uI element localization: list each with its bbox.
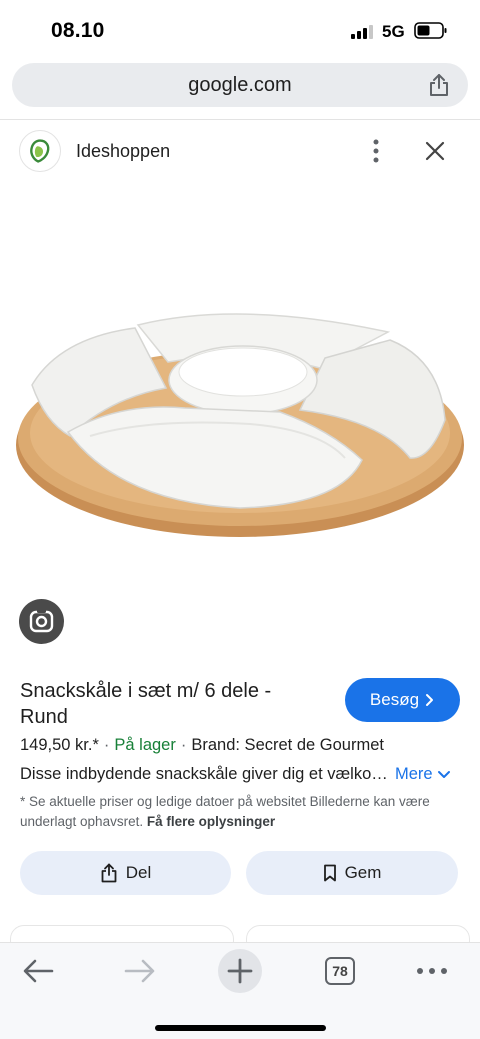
disclaimer: * Se aktuelle priser og ledige datoer på… bbox=[20, 792, 450, 832]
back-arrow-icon[interactable] bbox=[18, 957, 58, 985]
close-icon[interactable] bbox=[424, 140, 446, 162]
plus-icon bbox=[227, 958, 253, 984]
url-text: google.com bbox=[188, 74, 292, 96]
home-indicator bbox=[155, 1025, 326, 1031]
chevron-right-icon bbox=[426, 694, 434, 706]
product-title: Snackskåle i sæt m/ 6 dele - Rund bbox=[20, 680, 272, 728]
bookmark-icon bbox=[323, 864, 336, 882]
chevron-down-icon bbox=[437, 770, 450, 778]
status-time: 08.10 bbox=[51, 19, 105, 42]
browser-toolbar: 78 bbox=[0, 942, 480, 1039]
share-icon bbox=[101, 863, 117, 883]
network-label: 5G bbox=[382, 22, 405, 41]
ideshoppen-logo-icon[interactable] bbox=[19, 130, 61, 172]
product-image[interactable] bbox=[0, 290, 480, 550]
divider bbox=[0, 119, 480, 120]
more-options-icon[interactable] bbox=[366, 139, 386, 163]
product-brand: Brand: Secret de Gourmet bbox=[191, 736, 384, 754]
visit-button[interactable]: Besøg bbox=[345, 678, 460, 722]
share-label: Del bbox=[125, 863, 152, 882]
address-bar[interactable]: google.com bbox=[12, 63, 468, 107]
new-tab-button[interactable] bbox=[218, 949, 262, 993]
signal-icon bbox=[351, 25, 375, 39]
product-price: 149,50 kr.* bbox=[20, 736, 99, 754]
tab-switcher-button[interactable]: 78 bbox=[325, 957, 355, 985]
more-label: Mere bbox=[395, 765, 433, 783]
more-horizontal-icon[interactable] bbox=[412, 957, 452, 985]
source-name[interactable]: Ideshoppen bbox=[76, 141, 170, 162]
source-header: Ideshoppen bbox=[0, 128, 480, 174]
status-bar: 08.10 5G bbox=[0, 0, 480, 62]
visit-label: Besøg bbox=[369, 690, 420, 709]
more-info-link[interactable]: Få flere oplysninger bbox=[147, 814, 275, 829]
forward-arrow-icon[interactable] bbox=[120, 957, 160, 985]
save-button[interactable]: Gem bbox=[246, 851, 458, 895]
share-icon[interactable] bbox=[428, 73, 450, 97]
google-lens-icon bbox=[29, 609, 54, 633]
stock-status: På lager bbox=[114, 736, 176, 754]
google-lens-button[interactable] bbox=[19, 599, 64, 644]
share-button[interactable]: Del bbox=[20, 851, 231, 895]
save-label: Gem bbox=[344, 863, 382, 882]
product-description: Disse indbydende snackskåle giver dig et… bbox=[20, 765, 392, 783]
more-button[interactable]: Mere bbox=[395, 765, 451, 784]
battery-icon bbox=[414, 22, 447, 39]
product-meta: 149,50 kr.* · På lager · Brand: Secret de Go… bbox=[20, 736, 384, 754]
